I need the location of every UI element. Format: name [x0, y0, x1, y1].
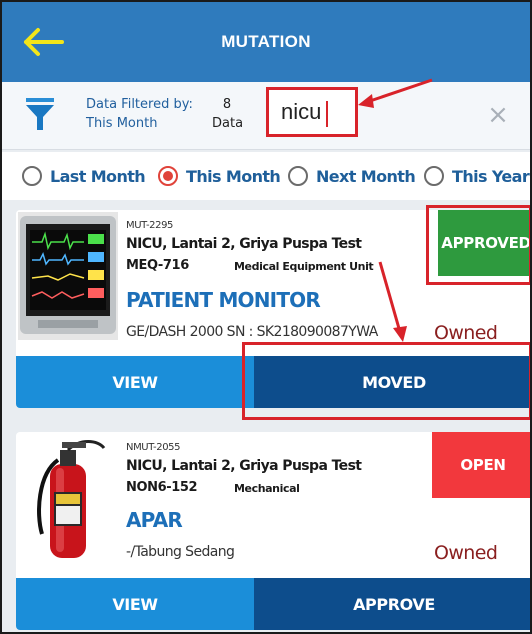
radio-label: This Year [452, 166, 530, 186]
card-actions: VIEW APPROVE [16, 578, 530, 630]
asset-number: NON6-152 [126, 480, 198, 495]
radio-circle-icon [424, 166, 444, 186]
search-input[interactable] [266, 87, 358, 137]
radio-last-month[interactable]: Last Month [22, 164, 146, 188]
filter-label-value: This Month [86, 116, 158, 131]
status-badge: OPEN [432, 432, 530, 498]
app-frame: MUTATION Data Filtered by: This Month 8 … [0, 0, 532, 634]
asset-name: APAR [126, 508, 183, 532]
fire-extinguisher-image [18, 434, 118, 562]
radio-circle-icon [288, 166, 308, 186]
radio-label: Last Month [50, 166, 146, 186]
radio-label: Next Month [316, 166, 416, 186]
mutation-card[interactable]: NMUT-2055 NICU, Lantai 2, Griya Puspa Te… [16, 432, 530, 630]
asset-number: MEQ-716 [126, 258, 189, 273]
asset-location: NICU, Lantai 2, Griya Puspa Test [126, 236, 362, 252]
filter-icon[interactable] [26, 98, 54, 132]
page-title: MUTATION [221, 32, 311, 51]
filter-count-number: 8 [222, 97, 232, 112]
filter-label-title: Data Filtered by: [86, 97, 193, 112]
asset-category: Mechanical [234, 482, 300, 495]
card-actions: VIEW MOVED [16, 356, 530, 408]
asset-location: NICU, Lantai 2, Griya Puspa Test [126, 458, 362, 474]
filter-label: Data Filtered by: This Month [86, 95, 193, 133]
filter-count: 8 Data [212, 95, 244, 133]
asset-model: GE/DASH 2000 SN : SK218090087YWA [126, 324, 378, 340]
mutation-code: NMUT-2055 [126, 442, 181, 453]
mutation-code: MUT-2295 [126, 220, 173, 231]
radio-selected-icon [158, 166, 178, 186]
radio-this-year[interactable]: This Year [424, 164, 530, 188]
ownership-label: Owned [434, 322, 498, 344]
view-button[interactable]: VIEW [16, 356, 254, 408]
approve-button[interactable]: APPROVE [254, 578, 530, 630]
status-badge: APPROVED [438, 210, 530, 276]
filter-count-unit: Data [212, 116, 244, 131]
period-filter: Last Month This Month Next Month This Ye… [2, 152, 530, 200]
asset-model: -/Tabung Sedang [126, 544, 235, 560]
ownership-label: Owned [434, 542, 498, 564]
asset-name: PATIENT MONITOR [126, 288, 321, 312]
radio-next-month[interactable]: Next Month [288, 164, 416, 188]
clear-search-icon[interactable]: × [485, 100, 511, 130]
mutation-card[interactable]: MUT-2295 NICU, Lantai 2, Griya Puspa Tes… [16, 210, 530, 408]
radio-this-month[interactable]: This Month [158, 164, 281, 188]
radio-label: This Month [186, 166, 281, 186]
text-cursor [326, 101, 328, 127]
moved-button[interactable]: MOVED [254, 356, 530, 408]
filter-bar: Data Filtered by: This Month 8 Data × [2, 82, 530, 150]
app-header: MUTATION [2, 2, 530, 82]
view-button[interactable]: VIEW [16, 578, 254, 630]
patient-monitor-image [18, 212, 118, 340]
radio-circle-icon [22, 166, 42, 186]
asset-category: Medical Equipment Unit [234, 260, 374, 273]
